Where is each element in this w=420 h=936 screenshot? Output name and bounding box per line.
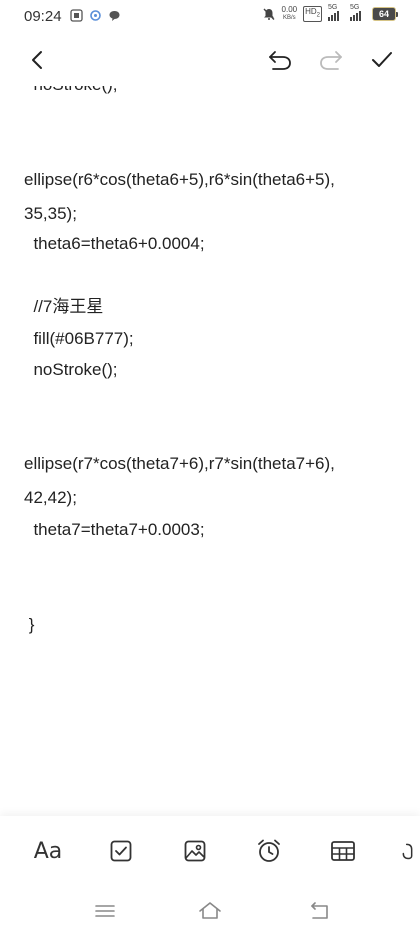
code-line[interactable]: theta6=theta6+0.0004; [24,233,204,255]
hd-badge: HD2 [303,6,322,22]
done-button[interactable] [362,40,402,80]
insert-table-button[interactable] [326,834,360,868]
text-style-button[interactable]: Aa [31,834,65,868]
signal-icon: 5G [328,4,344,21]
signal-icon: 5G [350,4,366,21]
chat-bubble-icon [109,11,120,21]
code-line[interactable]: theta7=theta7+0.0003; [24,519,204,541]
insert-image-button[interactable] [178,834,212,868]
network-speed-value: 0.00 [281,5,298,14]
battery-icon: 64 [372,7,398,21]
status-bar: 09:24 0.00 KB/s HD2 5G 5G 64 [0,0,420,34]
image-icon [184,840,206,862]
code-line[interactable]: 42,42); [24,487,77,509]
system-navigation-bar [0,884,420,936]
checklist-button[interactable] [104,834,138,868]
system-back-button[interactable] [305,896,335,926]
code-line[interactable]: 35,35); [24,203,77,225]
home-button[interactable] [195,896,225,926]
table-icon [331,841,355,861]
code-line[interactable]: noStroke(); [24,86,117,96]
recents-button[interactable] [90,896,120,926]
back-arrow-icon [32,51,42,69]
checkbox-icon [110,840,132,862]
reminder-button[interactable] [252,834,286,868]
hd-badge-sub: 2 [316,12,320,19]
code-line[interactable]: //7海王星 [24,296,103,318]
notes-editor-screen: 09:24 0.00 KB/s HD2 5G 5G 64 ellipse(r6*… [0,0,420,936]
back-button[interactable] [18,40,58,80]
code-line[interactable]: noStroke(); [24,359,117,381]
app-notification-icon [90,10,101,21]
network-speed-unit: KB/s [282,15,296,21]
hd-badge-label: HD [305,7,317,17]
text-style-icon: Aa [33,838,63,864]
pen-icon [402,843,413,860]
checkmark-icon [372,52,392,67]
menu-icon [95,905,115,917]
redo-icon [320,51,342,70]
code-line[interactable]: ellipse(r6*cos(theta6+5),r6*sin(theta6+5… [24,169,335,191]
code-line[interactable]: ellipse(r7*cos(theta7+6),r7*sin(theta7+6… [24,453,335,475]
code-line[interactable]: } [24,614,35,636]
undo-icon [269,51,291,70]
redo-button[interactable] [311,40,351,80]
note-editor[interactable]: noStroke(); ellipse(r6*cos(theta6+5),r6*… [0,86,420,816]
code-line[interactable]: fill(#06B777); [24,328,133,350]
network-speed: 0.00 KB/s [282,6,298,22]
sim1-network-label: 5G [328,4,338,11]
battery-level: 64 [372,7,396,21]
back-icon [311,902,328,919]
sim2-network-label: 5G [350,4,360,11]
editor-toolbar [0,34,420,86]
mute-bell-icon [263,8,275,20]
status-time: 09:24 [24,8,62,25]
status-notification-icons [70,9,121,22]
alarm-clock-icon [258,839,280,862]
undo-button[interactable] [260,40,300,80]
handwriting-button[interactable] [400,834,420,868]
format-toolbar: Aa [0,816,420,884]
home-icon [199,902,221,919]
status-indicators: 0.00 KB/s HD2 5G 5G 64 [262,4,398,22]
app-notification-icon [70,9,83,22]
